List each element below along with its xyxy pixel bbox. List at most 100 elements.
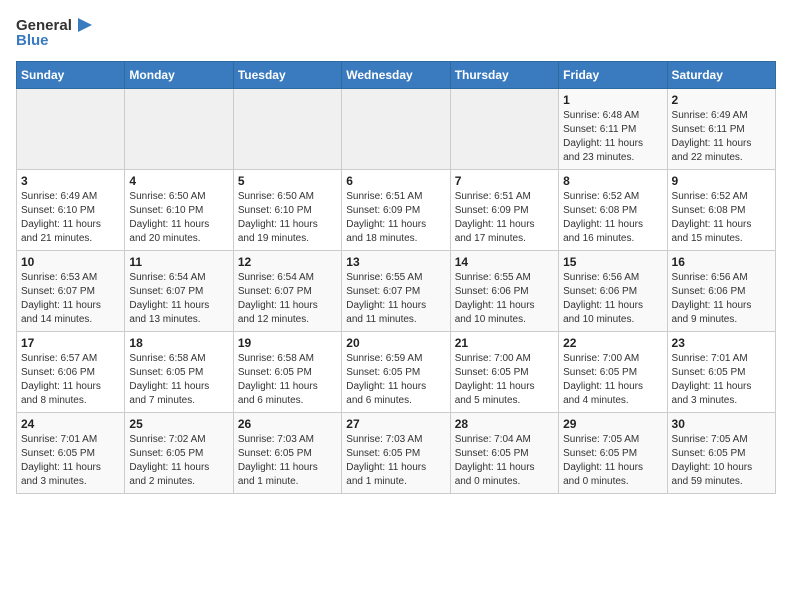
calendar-cell: 23 Sunrise: 7:01 AM Sunset: 6:05 PM Dayli… bbox=[667, 332, 775, 413]
calendar-cell: 14 Sunrise: 6:55 AM Sunset: 6:06 PM Dayli… bbox=[450, 251, 558, 332]
day-number: 27 bbox=[346, 417, 445, 431]
weekday-header: Thursday bbox=[450, 62, 558, 89]
day-info: Sunrise: 7:03 AM Sunset: 6:05 PM Dayligh… bbox=[346, 433, 445, 489]
day-number: 19 bbox=[238, 336, 337, 350]
day-info: Sunrise: 6:50 AM Sunset: 6:10 PM Dayligh… bbox=[129, 190, 228, 246]
day-number: 12 bbox=[238, 255, 337, 269]
day-number: 20 bbox=[346, 336, 445, 350]
day-info: Sunrise: 6:51 AM Sunset: 6:09 PM Dayligh… bbox=[346, 190, 445, 246]
day-number: 25 bbox=[129, 417, 228, 431]
calendar-cell: 10Sunrise: 6:53 AM Sunset: 6:07 PM Dayli… bbox=[17, 251, 125, 332]
day-info: Sunrise: 7:02 AM Sunset: 6:05 PM Dayligh… bbox=[129, 433, 228, 489]
day-info: Sunrise: 6:55 AM Sunset: 6:06 PM Dayligh… bbox=[455, 271, 554, 327]
day-number: 24 bbox=[21, 417, 120, 431]
calendar-week-row: 24 Sunrise: 7:01 AM Sunset: 6:05 PM Dayli… bbox=[17, 413, 776, 494]
day-info: Sunrise: 6:58 AM Sunset: 6:05 PM Dayligh… bbox=[129, 352, 228, 408]
day-info: Sunrise: 6:50 AM Sunset: 6:10 PM Dayligh… bbox=[238, 190, 337, 246]
weekday-header: Saturday bbox=[667, 62, 775, 89]
logo-text-general: General bbox=[16, 17, 72, 34]
day-number: 18 bbox=[129, 336, 228, 350]
calendar-week-row: 1 Sunrise: 6:48 AM Sunset: 6:11 PM Daylig… bbox=[17, 89, 776, 170]
day-info: Sunrise: 7:00 AM Sunset: 6:05 PM Dayligh… bbox=[455, 352, 554, 408]
calendar-cell: 25 Sunrise: 7:02 AM Sunset: 6:05 PM Dayli… bbox=[125, 413, 233, 494]
calendar-cell: 28 Sunrise: 7:04 AM Sunset: 6:05 PM Dayli… bbox=[450, 413, 558, 494]
day-info: Sunrise: 6:49 AM Sunset: 6:11 PM Dayligh… bbox=[672, 109, 771, 165]
day-number: 26 bbox=[238, 417, 337, 431]
calendar-cell: 30Sunrise: 7:05 AM Sunset: 6:05 PM Dayli… bbox=[667, 413, 775, 494]
calendar-cell: 13 Sunrise: 6:55 AM Sunset: 6:07 PM Dayli… bbox=[342, 251, 450, 332]
calendar-cell: 12 Sunrise: 6:54 AM Sunset: 6:07 PM Dayli… bbox=[233, 251, 341, 332]
page-header: General Blue bbox=[16, 16, 776, 49]
weekday-header: Friday bbox=[559, 62, 667, 89]
day-info: Sunrise: 7:04 AM Sunset: 6:05 PM Dayligh… bbox=[455, 433, 554, 489]
day-number: 9 bbox=[672, 174, 771, 188]
calendar-cell: 24 Sunrise: 7:01 AM Sunset: 6:05 PM Dayli… bbox=[17, 413, 125, 494]
day-number: 3 bbox=[21, 174, 120, 188]
day-number: 30 bbox=[672, 417, 771, 431]
day-number: 4 bbox=[129, 174, 228, 188]
calendar-cell bbox=[125, 89, 233, 170]
calendar-cell: 15Sunrise: 6:56 AM Sunset: 6:06 PM Dayli… bbox=[559, 251, 667, 332]
calendar-week-row: 3 Sunrise: 6:49 AM Sunset: 6:10 PM Daylig… bbox=[17, 170, 776, 251]
weekday-header: Wednesday bbox=[342, 62, 450, 89]
day-info: Sunrise: 6:54 AM Sunset: 6:07 PM Dayligh… bbox=[238, 271, 337, 327]
calendar-cell: 9 Sunrise: 6:52 AM Sunset: 6:08 PM Daylig… bbox=[667, 170, 775, 251]
calendar-cell: 5Sunrise: 6:50 AM Sunset: 6:10 PM Daylig… bbox=[233, 170, 341, 251]
weekday-header: Tuesday bbox=[233, 62, 341, 89]
calendar-cell bbox=[450, 89, 558, 170]
day-number: 1 bbox=[563, 93, 662, 107]
day-info: Sunrise: 6:58 AM Sunset: 6:05 PM Dayligh… bbox=[238, 352, 337, 408]
calendar-week-row: 17Sunrise: 6:57 AM Sunset: 6:06 PM Dayli… bbox=[17, 332, 776, 413]
day-info: Sunrise: 6:52 AM Sunset: 6:08 PM Dayligh… bbox=[672, 190, 771, 246]
day-info: Sunrise: 7:03 AM Sunset: 6:05 PM Dayligh… bbox=[238, 433, 337, 489]
day-info: Sunrise: 6:51 AM Sunset: 6:09 PM Dayligh… bbox=[455, 190, 554, 246]
day-number: 28 bbox=[455, 417, 554, 431]
day-info: Sunrise: 6:52 AM Sunset: 6:08 PM Dayligh… bbox=[563, 190, 662, 246]
calendar-cell bbox=[17, 89, 125, 170]
day-number: 10 bbox=[21, 255, 120, 269]
calendar-table: SundayMondayTuesdayWednesdayThursdayFrid… bbox=[16, 61, 776, 494]
weekday-header-row: SundayMondayTuesdayWednesdayThursdayFrid… bbox=[17, 62, 776, 89]
day-info: Sunrise: 6:49 AM Sunset: 6:10 PM Dayligh… bbox=[21, 190, 120, 246]
day-info: Sunrise: 6:55 AM Sunset: 6:07 PM Dayligh… bbox=[346, 271, 445, 327]
day-number: 13 bbox=[346, 255, 445, 269]
calendar-cell: 20Sunrise: 6:59 AM Sunset: 6:05 PM Dayli… bbox=[342, 332, 450, 413]
day-number: 6 bbox=[346, 174, 445, 188]
day-number: 11 bbox=[129, 255, 228, 269]
day-number: 7 bbox=[455, 174, 554, 188]
day-number: 23 bbox=[672, 336, 771, 350]
day-number: 2 bbox=[672, 93, 771, 107]
calendar-cell: 7 Sunrise: 6:51 AM Sunset: 6:09 PM Daylig… bbox=[450, 170, 558, 251]
day-number: 29 bbox=[563, 417, 662, 431]
calendar-cell bbox=[233, 89, 341, 170]
weekday-header: Monday bbox=[125, 62, 233, 89]
day-info: Sunrise: 6:48 AM Sunset: 6:11 PM Dayligh… bbox=[563, 109, 662, 165]
day-info: Sunrise: 7:05 AM Sunset: 6:05 PM Dayligh… bbox=[563, 433, 662, 489]
weekday-header: Sunday bbox=[17, 62, 125, 89]
calendar-cell bbox=[342, 89, 450, 170]
day-number: 8 bbox=[563, 174, 662, 188]
calendar-cell: 17Sunrise: 6:57 AM Sunset: 6:06 PM Dayli… bbox=[17, 332, 125, 413]
calendar-cell: 16Sunrise: 6:56 AM Sunset: 6:06 PM Dayli… bbox=[667, 251, 775, 332]
calendar-cell: 18 Sunrise: 6:58 AM Sunset: 6:05 PM Dayli… bbox=[125, 332, 233, 413]
logo-text-blue: Blue bbox=[16, 32, 49, 49]
day-info: Sunrise: 7:00 AM Sunset: 6:05 PM Dayligh… bbox=[563, 352, 662, 408]
logo: General Blue bbox=[16, 16, 92, 49]
calendar-cell: 11 Sunrise: 6:54 AM Sunset: 6:07 PM Dayli… bbox=[125, 251, 233, 332]
day-info: Sunrise: 7:01 AM Sunset: 6:05 PM Dayligh… bbox=[672, 352, 771, 408]
logo-arrow-icon bbox=[74, 16, 92, 34]
day-info: Sunrise: 7:01 AM Sunset: 6:05 PM Dayligh… bbox=[21, 433, 120, 489]
calendar-cell: 22Sunrise: 7:00 AM Sunset: 6:05 PM Dayli… bbox=[559, 332, 667, 413]
calendar-cell: 26 Sunrise: 7:03 AM Sunset: 6:05 PM Dayli… bbox=[233, 413, 341, 494]
calendar-cell: 29 Sunrise: 7:05 AM Sunset: 6:05 PM Dayli… bbox=[559, 413, 667, 494]
calendar-cell: 3 Sunrise: 6:49 AM Sunset: 6:10 PM Daylig… bbox=[17, 170, 125, 251]
day-number: 21 bbox=[455, 336, 554, 350]
calendar-week-row: 10Sunrise: 6:53 AM Sunset: 6:07 PM Dayli… bbox=[17, 251, 776, 332]
day-info: Sunrise: 6:56 AM Sunset: 6:06 PM Dayligh… bbox=[672, 271, 771, 327]
day-info: Sunrise: 6:54 AM Sunset: 6:07 PM Dayligh… bbox=[129, 271, 228, 327]
calendar-cell: 21 Sunrise: 7:00 AM Sunset: 6:05 PM Dayli… bbox=[450, 332, 558, 413]
calendar-cell: 8 Sunrise: 6:52 AM Sunset: 6:08 PM Daylig… bbox=[559, 170, 667, 251]
day-info: Sunrise: 6:56 AM Sunset: 6:06 PM Dayligh… bbox=[563, 271, 662, 327]
calendar-cell: 27 Sunrise: 7:03 AM Sunset: 6:05 PM Dayli… bbox=[342, 413, 450, 494]
day-number: 14 bbox=[455, 255, 554, 269]
